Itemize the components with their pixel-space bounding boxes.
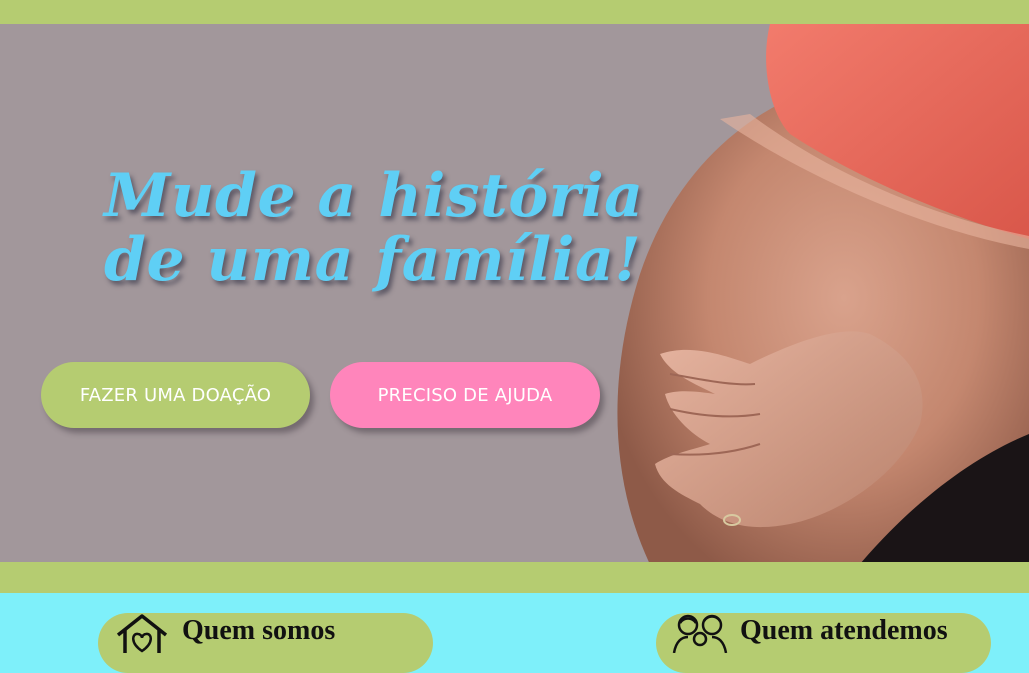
who-we-serve-section-link[interactable]: Quem atendemos bbox=[656, 613, 991, 673]
donate-button[interactable]: FAZER UMA DOAÇÃO bbox=[41, 362, 310, 428]
about-us-section-link[interactable]: Quem somos bbox=[98, 613, 433, 673]
top-accent-bar bbox=[0, 0, 1029, 24]
divider-accent-bar bbox=[0, 562, 1029, 593]
need-help-button[interactable]: PRECISO DE AJUDA bbox=[330, 362, 600, 428]
home-heart-icon bbox=[116, 614, 168, 653]
family-icon bbox=[672, 614, 728, 653]
hero-headline-line-2: de uma família! bbox=[104, 225, 642, 295]
who-we-serve-label: Quem atendemos bbox=[740, 615, 948, 646]
hero-banner: Mude a história de uma família! FAZER UM… bbox=[0, 24, 1029, 562]
hero-headline: Mude a história de uma família! bbox=[104, 161, 644, 295]
pregnant-belly-photo bbox=[617, 24, 1029, 562]
hero-headline-line-1: Mude a história bbox=[104, 161, 644, 231]
about-us-label: Quem somos bbox=[182, 615, 336, 646]
